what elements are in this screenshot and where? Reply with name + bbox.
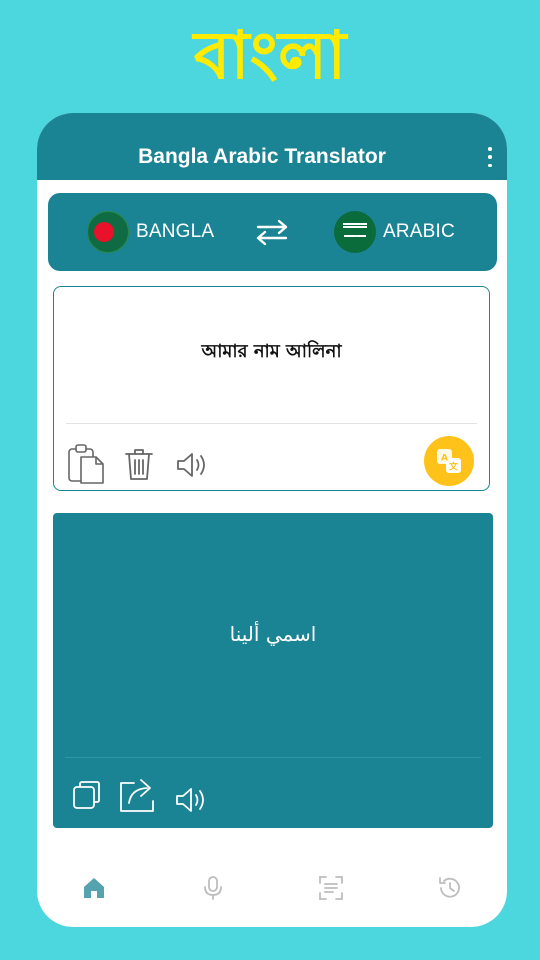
- translate-icon: A 文: [437, 449, 461, 473]
- translate-button[interactable]: A 文: [424, 436, 474, 486]
- swap-languages-icon[interactable]: [254, 217, 290, 247]
- bangladesh-flag-icon[interactable]: [87, 211, 129, 253]
- phone-frame: Bangla Arabic Translator BANGLA ARABIC আ…: [37, 113, 507, 927]
- delete-icon[interactable]: [124, 447, 154, 481]
- speaker-icon[interactable]: [176, 451, 210, 479]
- scan-icon[interactable]: [318, 875, 344, 901]
- input-text-field[interactable]: আমার নাম আলিনা: [54, 337, 489, 367]
- app-bar: Bangla Arabic Translator: [37, 113, 507, 180]
- paste-icon[interactable]: [66, 443, 106, 485]
- speaker-icon[interactable]: [175, 786, 209, 814]
- output-text: اسمي ألينا: [229, 622, 317, 646]
- share-icon[interactable]: [117, 775, 159, 813]
- history-icon[interactable]: [437, 875, 463, 901]
- divider: [65, 757, 481, 758]
- saudi-arabia-flag-icon[interactable]: [334, 211, 376, 253]
- divider: [66, 423, 477, 424]
- more-options-icon[interactable]: [483, 147, 497, 167]
- copy-icon[interactable]: [71, 779, 103, 811]
- app-title: Bangla Arabic Translator: [138, 145, 386, 168]
- svg-text:A: A: [441, 454, 448, 464]
- svg-text:文: 文: [448, 461, 459, 473]
- output-card: اسمي ألينا: [53, 513, 493, 828]
- source-language-button[interactable]: BANGLA: [136, 220, 214, 244]
- promo-title: বাংলা: [193, 17, 347, 94]
- home-icon[interactable]: [81, 875, 107, 901]
- target-language-button[interactable]: ARABIC: [383, 220, 455, 244]
- input-card: আমার নাম আলিনা A 文: [53, 286, 490, 491]
- language-selector-bar: BANGLA ARABIC: [48, 193, 497, 271]
- mic-icon[interactable]: [200, 875, 226, 901]
